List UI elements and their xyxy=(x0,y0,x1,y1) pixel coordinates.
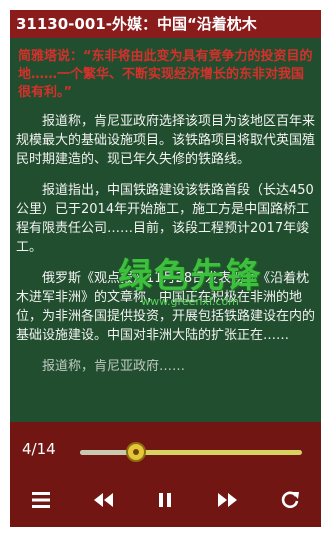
menu-icon xyxy=(32,492,51,508)
article-paragraph: 报道指出，中国铁路建设该铁路首段（长达450公里）已于2014年开始施工，施工方… xyxy=(16,183,314,255)
pause-button[interactable] xyxy=(147,482,183,518)
playback-panel: 4/14 xyxy=(10,422,321,527)
fast-forward-button[interactable] xyxy=(210,482,246,518)
menu-button[interactable] xyxy=(23,482,59,518)
title-bar: 31130-001-外媒：中国“沿着枕木 xyxy=(10,10,321,38)
article-paragraph: 报道称，肯尼亚政府选择该项目为该地区百年来规模最大的基础设施项目。该铁路项目将取… xyxy=(16,114,316,167)
fast-forward-icon xyxy=(217,493,237,507)
reader-frame: 31130-001-外媒：中国“沿着枕木 简雅塔说：“东非将由此变为具有竞争力的… xyxy=(10,10,321,527)
refresh-button[interactable] xyxy=(272,482,308,518)
page-indicator: 4/14 xyxy=(22,440,56,458)
slider-thumb[interactable] xyxy=(125,442,146,462)
pause-icon xyxy=(159,493,172,507)
rewind-button[interactable] xyxy=(85,482,121,518)
refresh-icon xyxy=(281,491,299,509)
progress-slider[interactable] xyxy=(80,442,302,462)
player-controls xyxy=(10,482,321,518)
article-paragraph: 俄罗斯《观点报》11月28日发表题为《沿着枕木进军非洲》的文章称，中国正在积极在… xyxy=(16,271,316,343)
article-paragraph: 报道称，肯尼亚政府…… xyxy=(42,359,186,374)
page-title: 31130-001-外媒：中国“沿着枕木 xyxy=(16,15,257,33)
article-quote: 简雅塔说：“东非将由此变为具有竞争力的投资目的地……一个繁华、不断实现经济增长的… xyxy=(18,49,313,100)
rewind-icon xyxy=(94,493,114,507)
